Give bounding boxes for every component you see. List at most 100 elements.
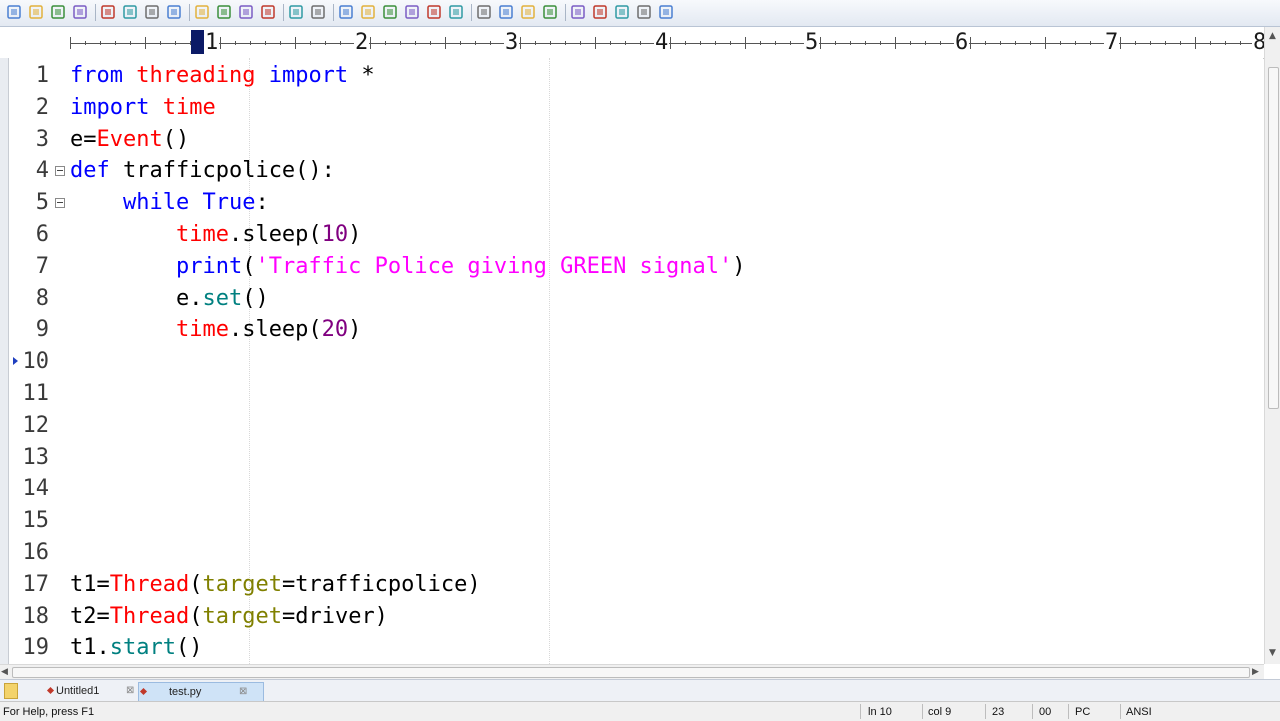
tab-test-py[interactable]: test.py ⊠ — [138, 682, 264, 702]
scroll-left-icon[interactable]: ◀ — [1, 667, 8, 677]
ruler-minor-tick — [580, 41, 581, 45]
status-line: ln 10 — [868, 706, 892, 718]
code-line[interactable]: 14 — [9, 473, 1263, 505]
close-icon[interactable]: ⊠ — [239, 683, 247, 701]
status-divider — [1120, 704, 1121, 719]
spellcheck-icon[interactable] — [144, 4, 160, 20]
code-line[interactable]: 1 from threading import * — [9, 60, 1263, 92]
ruler-minor-tick — [85, 41, 86, 45]
ruler-minor-tick — [745, 41, 746, 45]
line-number: 2 — [35, 94, 49, 120]
ruler-caret-marker — [191, 30, 204, 54]
window-tile-icon[interactable] — [570, 4, 586, 20]
open-icon[interactable] — [28, 4, 44, 20]
list-icon[interactable] — [498, 4, 514, 20]
code-line[interactable]: 7 print('Traffic Police giving GREEN sig… — [9, 251, 1263, 283]
code-line[interactable]: 15 — [9, 505, 1263, 537]
code-token: import — [268, 63, 349, 88]
status-divider — [1032, 704, 1033, 719]
code-line[interactable]: 5 while True: — [9, 187, 1263, 219]
paste-icon[interactable] — [238, 4, 254, 20]
status-encoding: ANSI — [1126, 706, 1152, 718]
ruler-minor-tick — [985, 41, 986, 45]
ruler-minor-tick — [520, 41, 521, 45]
save-all-icon[interactable] — [72, 4, 88, 20]
code-token: () — [175, 635, 203, 661]
code-line[interactable]: 19 t1.start() — [9, 632, 1263, 664]
vertical-scroll-thumb[interactable] — [1268, 67, 1279, 409]
print-icon[interactable] — [122, 4, 138, 20]
code-line[interactable]: 11 — [9, 378, 1263, 410]
hex-icon[interactable] — [448, 4, 464, 20]
line-number: 18 — [22, 603, 50, 629]
fold-toggle-icon[interactable] — [55, 166, 65, 177]
print-preview-icon[interactable] — [100, 4, 116, 20]
scroll-up-icon[interactable]: ▲ — [1269, 31, 1276, 41]
window-list-icon[interactable] — [614, 4, 630, 20]
code-token: ) — [348, 317, 362, 343]
code-line[interactable]: 8 e.set() — [9, 283, 1263, 315]
code-token: ( — [189, 603, 203, 629]
code-token: =trafficpolice) — [281, 571, 481, 597]
toolbar-separator — [565, 4, 566, 21]
code-line[interactable]: 17 t1=Thread(target=trafficpolice) — [9, 569, 1263, 601]
ruler-minor-tick — [820, 41, 821, 45]
fullscreen-icon[interactable] — [636, 4, 652, 20]
ruler-minor-tick — [1195, 41, 1196, 45]
vertical-scrollbar[interactable]: ▲ ▼ — [1264, 27, 1280, 664]
code-line[interactable]: 3 e=Event() — [9, 124, 1263, 156]
code-line[interactable]: 4 def trafficpolice(): — [9, 155, 1263, 187]
code-line[interactable]: 16 — [9, 537, 1263, 569]
help-icon[interactable] — [658, 4, 674, 20]
horizontal-scroll-thumb[interactable] — [12, 667, 1250, 678]
fold-toggle-icon[interactable] — [55, 198, 65, 209]
folder-icon[interactable] — [4, 683, 18, 699]
ruler-minor-tick — [280, 41, 281, 45]
code-line[interactable]: 12 — [9, 410, 1263, 442]
ruler-minor-tick — [625, 41, 626, 45]
cut-icon[interactable] — [194, 4, 210, 20]
window-cascade-icon[interactable] — [592, 4, 608, 20]
code-line[interactable]: 2 import time — [9, 92, 1263, 124]
code-editor[interactable]: 1 from threading import * 2 import time 3 e=E… — [9, 58, 1263, 664]
copy-icon[interactable] — [216, 4, 232, 20]
replace-icon[interactable] — [360, 4, 376, 20]
redo-icon[interactable] — [310, 4, 326, 20]
delete-icon[interactable] — [260, 4, 276, 20]
word-wrap-icon[interactable] — [476, 4, 492, 20]
undo-icon[interactable] — [288, 4, 304, 20]
ruler-minor-tick — [565, 41, 566, 45]
find-in-files-icon[interactable] — [382, 4, 398, 20]
code-line[interactable]: 13 — [9, 442, 1263, 474]
new-file-icon[interactable] — [6, 4, 22, 20]
scroll-right-icon[interactable]: ▶ — [1252, 667, 1259, 677]
ruler-minor-tick — [310, 41, 311, 45]
code-line[interactable]: 18 t2=Thread(target=driver) — [9, 601, 1263, 633]
horizontal-scrollbar[interactable]: ◀ ▶ — [0, 664, 1264, 679]
ruler-minor-tick — [835, 41, 836, 45]
ruler-minor-tick — [910, 41, 911, 45]
save-icon[interactable] — [50, 4, 66, 20]
goto-icon[interactable] — [404, 4, 420, 20]
line-number: 19 — [22, 635, 50, 661]
code-line[interactable]: 10 — [9, 346, 1263, 378]
status-bar: For Help, press F1 ln 10 col 9 23 00 PC … — [0, 701, 1280, 721]
line-number: 5 — [35, 190, 49, 216]
properties-icon[interactable] — [166, 4, 182, 20]
tab-untitled1[interactable]: Untitled1 ⊠ — [46, 682, 148, 700]
check-icon[interactable] — [542, 4, 558, 20]
code-token: Thread — [109, 603, 190, 629]
find-icon[interactable] — [338, 4, 354, 20]
code-line[interactable]: 9 time.sleep(20) — [9, 314, 1263, 346]
close-icon[interactable]: ⊠ — [126, 682, 134, 700]
ruler-minor-tick — [100, 41, 101, 45]
column-icon[interactable] — [520, 4, 536, 20]
scroll-down-icon[interactable]: ▼ — [1269, 648, 1276, 658]
font-icon[interactable] — [426, 4, 442, 20]
code-line[interactable]: 6 time.sleep(10) — [9, 219, 1263, 251]
code-token: time — [175, 317, 229, 343]
code-text: print('Traffic Police giving GREEN signa… — [70, 251, 746, 283]
ruler-minor-tick — [1225, 41, 1226, 45]
